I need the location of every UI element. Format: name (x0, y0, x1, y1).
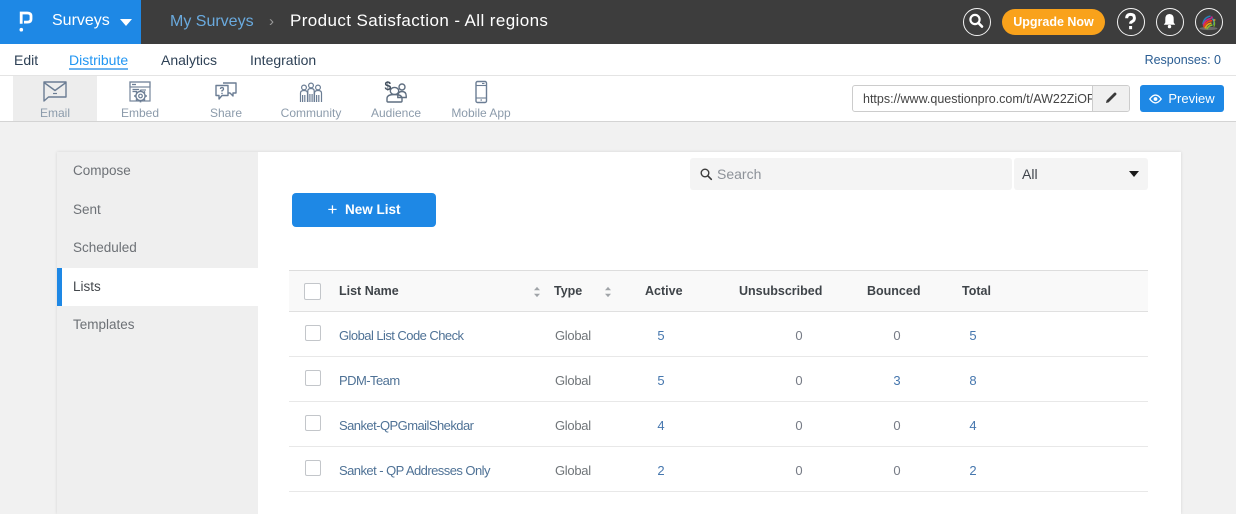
svg-text:$: $ (385, 80, 392, 93)
